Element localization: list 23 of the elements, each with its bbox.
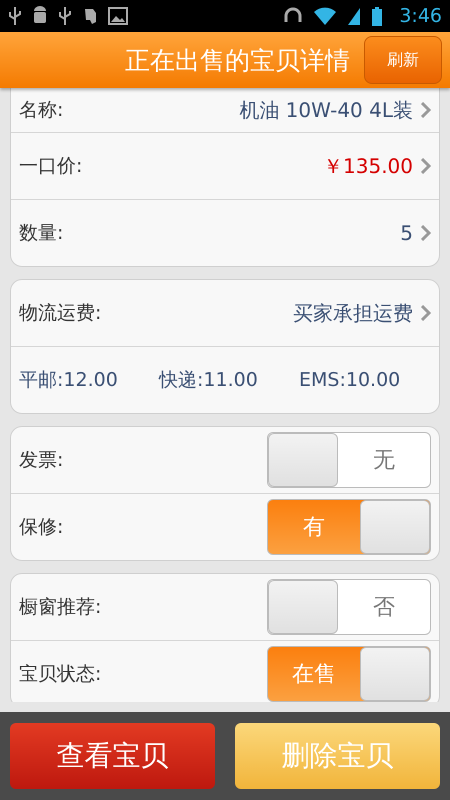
view-button[interactable]: 查看宝贝 [10,723,215,789]
field-value[interactable]: 5 [400,221,413,245]
field-label: 宝贝状态: [19,662,102,687]
shipping-fee: EMS:10.00 [299,369,402,391]
field-label: 数量: [19,221,64,246]
toggle-switch[interactable]: 在售 [267,646,431,702]
refresh-button[interactable]: 刷新 [364,36,442,84]
shipping-fee: 快递:11.00 [159,368,259,393]
field-value[interactable]: 机油 10W-40 4L装 [239,96,413,124]
field-label: 名称: [19,98,64,123]
status-time: 3:46 [399,5,442,27]
toggle-switch[interactable]: 否 [267,579,431,635]
field-value[interactable]: 买家承担运费 [293,300,413,326]
toggle-switch[interactable]: 无 [267,432,431,488]
field-label: 保修: [19,515,64,540]
field-label: 橱窗推荐: [19,595,102,620]
field-value[interactable]: ￥135.00 [323,152,413,180]
toggle-switch[interactable]: 有 [267,499,431,555]
page-title: 正在出售的宝贝详情 [125,44,350,76]
field-label: 发票: [19,448,64,473]
field-label: 物流运费: [19,301,102,326]
field-label: 一口价: [19,154,84,179]
shipping-fee: 平邮:12.00 [19,368,119,393]
